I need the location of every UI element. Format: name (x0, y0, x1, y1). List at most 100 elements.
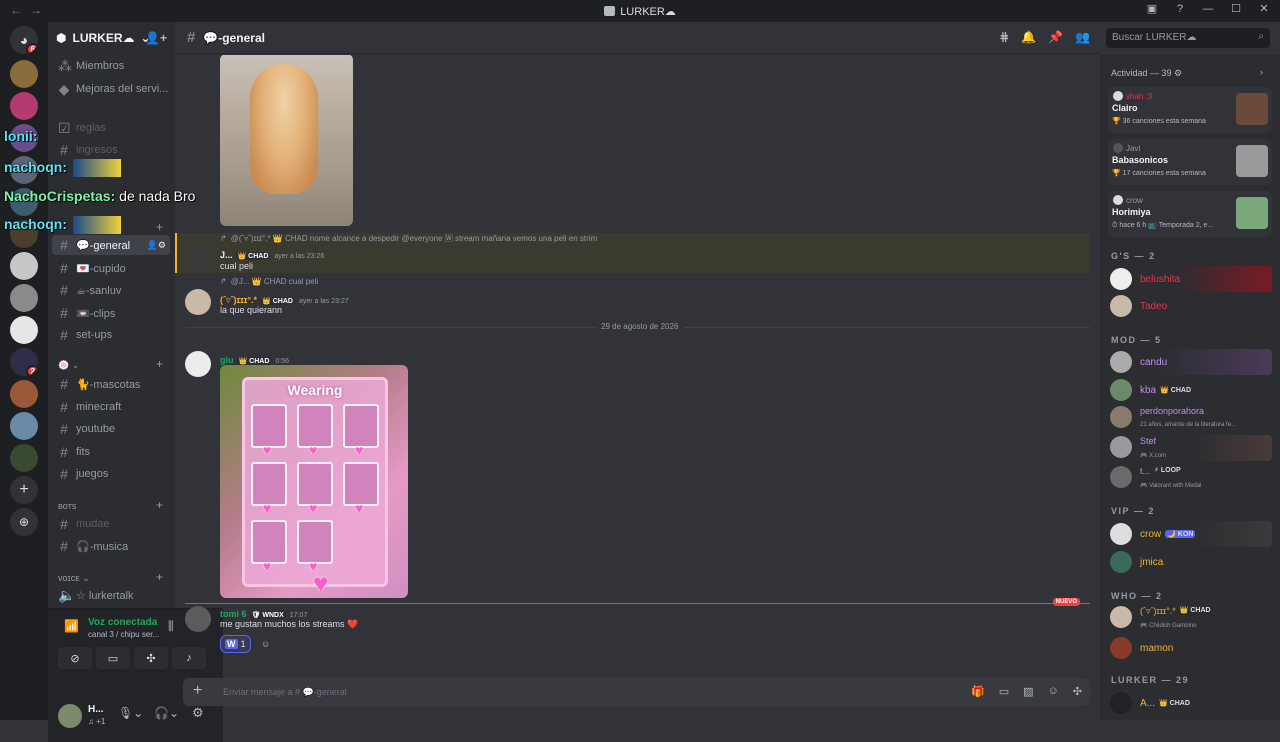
maximize-icon[interactable]: ☐ (1228, 2, 1244, 15)
add-reaction-icon[interactable]: ☺ (257, 635, 274, 653)
channel-youtube[interactable]: # youtube (52, 419, 170, 439)
help-icon[interactable]: ? (1172, 3, 1188, 15)
server-icon-1[interactable] (10, 60, 38, 88)
member-tadeo[interactable]: Tadeo (1108, 293, 1272, 319)
member-crow[interactable]: crow 🌙 KON (1108, 521, 1272, 547)
gif-icon[interactable]: ▭ (999, 685, 1009, 698)
headphones-icon[interactable]: 🎧⌄ (154, 706, 179, 720)
avatar (1113, 195, 1123, 205)
outfit-image-attachment[interactable]: Wearing ♥ ♥ ♥ ♥ ♥ ♥ ♥ ♥ ♥ (220, 365, 408, 598)
create-channel-icon[interactable]: + (156, 498, 163, 512)
channel-juegos[interactable]: # juegos (52, 464, 170, 484)
avatar[interactable] (185, 351, 211, 377)
channel-lurkertalk[interactable]: 🔈 ☆ lurkertalk (52, 585, 170, 605)
channel-mudae[interactable]: # mudae (52, 514, 170, 534)
avatar[interactable] (185, 289, 211, 315)
member-a[interactable]: A... 👑 CHAD (1108, 690, 1272, 716)
member-stef[interactable]: Stef 🎮 X.com (1108, 435, 1272, 461)
channel-fits[interactable]: # fits (52, 442, 170, 462)
server-icon-12[interactable] (10, 412, 38, 440)
server-icon-8[interactable] (10, 284, 38, 312)
chevron-right-icon[interactable]: › (1260, 67, 1263, 77)
server-icon-10[interactable]: 2 (10, 348, 38, 376)
members-link[interactable]: ⁂ Miembros (52, 56, 170, 76)
plus-icon[interactable]: + (193, 682, 202, 700)
channel-reglas[interactable]: ☑ reglas (52, 118, 170, 138)
member-t[interactable]: t... ⚡ LOOP 🎮 Valorant with Medal (1108, 465, 1272, 491)
member-jmica[interactable]: jmica (1108, 549, 1272, 575)
channel-clips[interactable]: # 📼-clips (52, 303, 170, 323)
channel-settings-icon[interactable]: 👤⚙ (147, 240, 166, 251)
member-belushita[interactable]: belushita (1108, 266, 1272, 292)
channel-mascotas[interactable]: # 🐈-mascotas (52, 374, 170, 394)
microphone-icon[interactable]: 🎙⌄ (118, 706, 143, 720)
close-icon[interactable]: ✕ (1256, 2, 1272, 15)
avatar (1110, 268, 1132, 290)
activities-button[interactable]: ✣ (134, 647, 168, 669)
server-icon-2[interactable] (10, 92, 38, 120)
channel-musica[interactable]: # 🎧-musica (52, 536, 170, 556)
create-channel-icon[interactable]: + (156, 220, 163, 234)
emoji-icon[interactable]: ☺ (1048, 685, 1059, 698)
server-header[interactable]: ⬢ LURKER☁︎ ⌄ 👤+ (48, 22, 175, 54)
gear-icon[interactable]: ⚙ (192, 705, 204, 721)
apps-icon[interactable]: ✣ (1073, 685, 1082, 698)
reply-reference[interactable]: ↱ @J... 👑 CHAD cual peli (220, 277, 318, 286)
channel-ingresos[interactable]: # ingresos (52, 140, 170, 160)
channel-sanluv[interactable]: # ☕-sanluv (52, 280, 170, 300)
member-candu[interactable]: candu (1108, 349, 1272, 375)
channel-general[interactable]: # 💬-general 👤⚙ (52, 235, 170, 255)
search-input[interactable]: Buscar LURKER☁︎ ⌕ (1106, 28, 1270, 48)
reaction-w[interactable]: W1 (220, 635, 251, 653)
server-icon-11[interactable] (10, 380, 38, 408)
member-mamon[interactable]: mamon (1108, 635, 1272, 661)
sticker-icon[interactable]: ▨ (1023, 685, 1033, 698)
activity-card[interactable]: shan :3 Clairo 🏆 36 canciones esta seman… (1108, 87, 1272, 133)
message-input[interactable]: + Enviar mensaje a # 💬-general 🎁 ▭ ▨ ☺ ✣ (183, 678, 1090, 706)
screen-share-button[interactable]: ▭ (96, 647, 130, 669)
hash-icon: # (60, 421, 68, 437)
nav-arrows[interactable]: ← → (10, 3, 42, 17)
discord-home-icon[interactable]: ◕ 6 (10, 26, 38, 54)
server-icon-13[interactable] (10, 444, 38, 472)
member-list-icon[interactable]: 👥 (1075, 30, 1090, 44)
channel-minecraft[interactable]: # minecraft (52, 397, 170, 417)
activity-card[interactable]: crow Horimiya ⏱ hace 6 h 📺 Temporada 2, … (1108, 191, 1272, 237)
create-channel-icon[interactable]: + (156, 570, 163, 584)
forward-icon[interactable]: → (30, 3, 42, 17)
minimize-icon[interactable]: — (1200, 3, 1216, 15)
avatar[interactable] (58, 704, 82, 728)
channel-set-ups[interactable]: # set-ups (52, 325, 170, 345)
activity-card[interactable]: Javi Babasonicos 🏆 17 canciones esta sem… (1108, 139, 1272, 185)
overlay-message: nachoqn: (4, 216, 121, 235)
camera-button[interactable]: ⊘ (58, 647, 92, 669)
server-icon-9[interactable] (10, 316, 38, 344)
member-perdonporahora[interactable]: perdonporahora 21 años, amante de la lite… (1108, 405, 1272, 431)
member-who-1[interactable]: (ˆ▿ˆ)ɪɪɪ°.* 👑 CHAD 🎮 Childish Gambino (1108, 605, 1272, 631)
create-channel-icon[interactable]: + (156, 357, 163, 371)
category-header[interactable]: ᴠoɪᴄᴇ ⌄ (58, 573, 90, 584)
inbox-icon[interactable]: ▣ (1144, 2, 1160, 15)
invite-icon[interactable]: 👤+ (145, 31, 167, 45)
bell-icon[interactable]: 🔔 (1021, 30, 1036, 44)
reply-reference[interactable]: ↱ @(ˆ▿ˆ)ɪɪɪ°.* 👑 CHAD nome alcance a desp… (220, 233, 597, 244)
heart-icon: ♥ (263, 442, 272, 458)
gift-icon[interactable]: 🎁 (971, 685, 985, 698)
category-header[interactable]: 🍥 ⌄ (58, 360, 79, 371)
noise-suppression-icon[interactable]: ⫼ (168, 619, 174, 634)
fox-image-attachment[interactable] (220, 55, 353, 226)
category-header[interactable]: ʙoᴛs (58, 501, 76, 511)
boosts-link[interactable]: ◆ Mejoras del servi... (52, 79, 170, 99)
avatar[interactable] (185, 606, 211, 632)
server-icon-7[interactable] (10, 252, 38, 280)
channel-cupido[interactable]: # 💌-cupido (52, 258, 170, 278)
chat-header: # 💬-general ⋕ 🔔 📌 👥 (175, 22, 1100, 54)
activity-header[interactable]: Actividad — 39 ⚙ › (1111, 67, 1263, 79)
pin-icon[interactable]: 📌 (1048, 30, 1063, 44)
back-icon[interactable]: ← (10, 3, 22, 17)
member-kba[interactable]: kba 👑 CHAD (1108, 377, 1272, 403)
threads-icon[interactable]: ⋕ (999, 30, 1009, 44)
discover-icon[interactable]: ⊕ (10, 508, 38, 536)
avatar[interactable] (185, 245, 211, 271)
add-server-icon[interactable]: + (10, 476, 38, 504)
